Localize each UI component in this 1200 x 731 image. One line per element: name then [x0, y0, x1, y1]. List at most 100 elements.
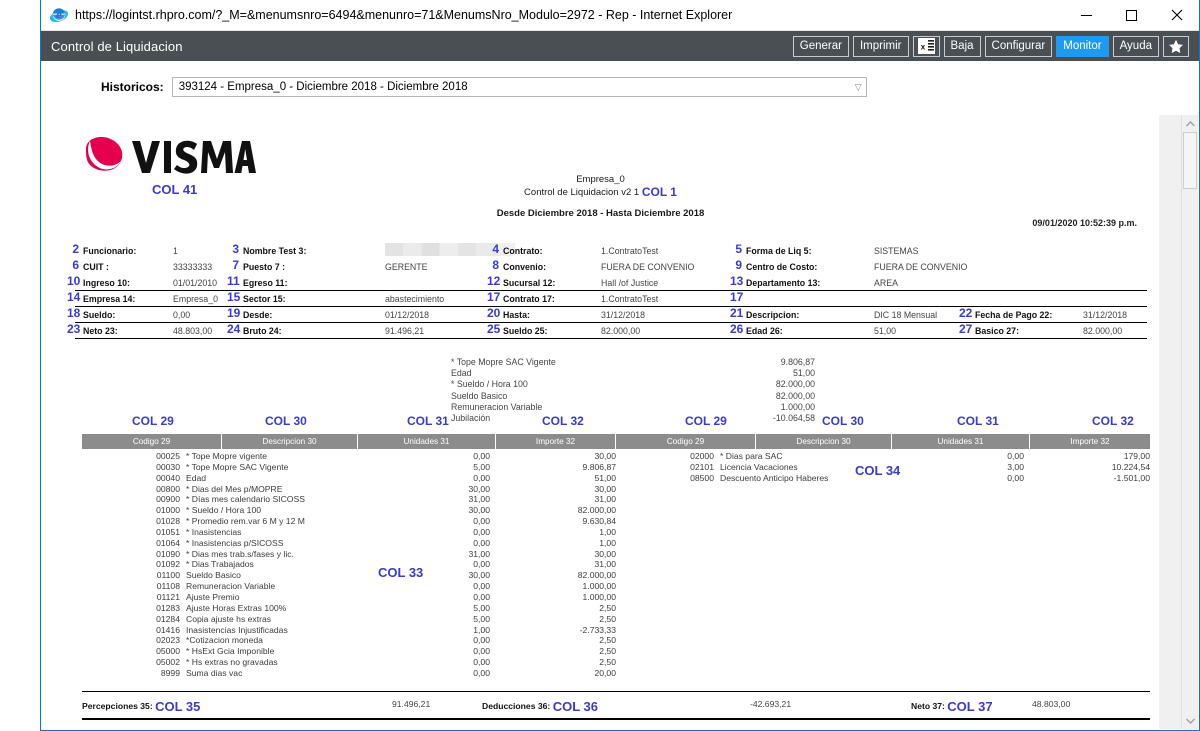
scroll-down-button[interactable]	[1182, 712, 1198, 729]
field-label: Basico 27:	[975, 326, 1020, 336]
cell-codigo: 01051	[156, 526, 180, 537]
field-number: 22	[959, 306, 973, 320]
cell-codigo: 01090	[156, 548, 180, 559]
cell-unidades: 0,00	[1007, 472, 1024, 483]
cell-codigo: 01000	[156, 505, 180, 516]
field-label: Convenio:	[503, 262, 547, 272]
field-number: 13	[730, 274, 744, 288]
field-number: 18	[67, 306, 81, 320]
scroll-up-button[interactable]	[1182, 115, 1198, 132]
col-marker-33: COL 33	[378, 565, 424, 580]
report-viewport: COL 41 Empresa_0 Control de Liquidacion …	[42, 115, 1198, 729]
field-label: Contrato:	[503, 246, 543, 256]
table-row: 00025 * Tope Mopre vigente 0,00 30,00	[82, 451, 616, 462]
cell-importe: 10.224,54	[1111, 461, 1150, 472]
field-label: Nombre Test 3:	[243, 246, 307, 256]
cell-importe: 9.806,87	[582, 461, 616, 472]
field-value: 48.803,00	[173, 326, 213, 336]
field-number: 17	[487, 290, 501, 304]
col-marker-32-right: COL 32	[1092, 414, 1134, 428]
column-header-importe: Importe 32	[496, 434, 616, 449]
scrollbar-thumb[interactable]	[1183, 132, 1197, 189]
table-row: 01283 Ajuste Horas Extras 100% 5,00 2,50	[82, 603, 616, 614]
toolbar-buttons: Generar Imprimir x Baja Configurar Monit…	[792, 35, 1193, 57]
monitor-button[interactable]: Monitor	[1056, 35, 1109, 57]
report-company: Empresa_0	[576, 174, 625, 185]
cell-descripcion: * Días mes calendario SICOSS	[186, 494, 305, 505]
right-concepts-column: COL 34 02000 * Dias para SAC 0,00 179,00 021…	[616, 451, 1150, 679]
field-value: 33333333	[173, 262, 213, 272]
cell-codigo: 01092	[156, 559, 180, 570]
cell-importe: 82.000,00	[577, 570, 616, 581]
configurar-button[interactable]: Configurar	[984, 35, 1053, 57]
cell-unidades: 1,00	[473, 624, 490, 635]
neto-label: Neto 37:	[911, 701, 945, 711]
field-number: 20	[487, 306, 501, 320]
field-label: Puesto 7 :	[243, 262, 286, 272]
field-number: 5	[735, 242, 742, 256]
vertical-scrollbar[interactable]	[1181, 115, 1198, 729]
field-number: 15	[227, 290, 241, 304]
field-number: 9	[735, 258, 742, 272]
summary-value: 1.000,00	[780, 401, 815, 412]
export-excel-button[interactable]: x	[912, 35, 940, 57]
browser-titlebar: e https://logintst.rhpro.com/?_M=&menums…	[41, 0, 1199, 31]
info-row: 14 Empresa 14: Empresa_0 15 Sector 15: a…	[67, 290, 1147, 307]
svg-text:x: x	[920, 43, 925, 52]
cell-unidades: 30,00	[468, 483, 490, 494]
field-value: AREA	[874, 278, 898, 288]
cell-descripcion: * Dias mes trab.s/fases y lic.	[186, 548, 294, 559]
ayuda-button[interactable]: Ayuda	[1112, 35, 1159, 57]
cell-unidades: 0,00	[473, 591, 490, 602]
cell-codigo: 01121	[156, 591, 180, 602]
field-label: Fecha de Pago 22:	[975, 310, 1053, 320]
table-row: 01121 Ajuste Premio 0,00 1.000,00	[82, 592, 616, 603]
cell-importe: 2,50	[599, 657, 616, 668]
field-label: CUIT :	[83, 262, 109, 272]
historicos-select[interactable]: 393124 - Empresa_0 - Diciembre 2018 - Di…	[171, 77, 867, 97]
cell-descripcion: Sueldo Basico	[186, 570, 241, 581]
maximize-button[interactable]	[1109, 0, 1154, 31]
cell-importe: 20,00	[594, 667, 616, 678]
report-content: COL 41 Empresa_0 Control de Liquidacion …	[42, 115, 1159, 729]
scrollbar-track[interactable]	[1182, 132, 1198, 712]
summary-item: Remuneracion Variable 1.000,00	[451, 402, 911, 413]
cell-unidades: 0,00	[1007, 451, 1024, 461]
field-value: 82.000,00	[1083, 326, 1123, 336]
neto-value: 48.803,00	[1032, 699, 1071, 709]
column-header-codigo: Codigo 29	[616, 434, 756, 449]
baja-button[interactable]: Baja	[943, 35, 981, 57]
cell-codigo: 05002	[156, 657, 180, 668]
field-number: 3	[232, 242, 239, 256]
cell-descripcion: Edad	[186, 472, 207, 483]
table-row: 01108 Remuneracion Variable 0,00 1.000,00	[82, 581, 616, 592]
field-number: 27	[959, 322, 973, 336]
summary-item: Sueldo Basico 82.000,00	[451, 391, 911, 402]
col-marker-29-right: COL 29	[685, 414, 727, 428]
cell-unidades: 30,00	[468, 505, 490, 516]
favorite-button[interactable]	[1163, 35, 1189, 57]
app-toolbar: Control de Liquidacion Generar Imprimir …	[41, 31, 1199, 61]
field-label: Desde:	[243, 310, 273, 320]
field-label: Bruto 24:	[243, 326, 282, 336]
field-label: Descripcion:	[746, 310, 800, 320]
cell-importe: 31,00	[594, 559, 616, 570]
cell-codigo: 01100	[156, 570, 180, 581]
close-button[interactable]	[1154, 0, 1199, 31]
cell-unidades: 31,00	[468, 548, 490, 559]
generar-button[interactable]: Generar	[792, 35, 849, 57]
table-row: 00040 Edad 0,00 51,00	[82, 473, 616, 484]
imprimir-button[interactable]: Imprimir	[852, 35, 909, 57]
minimize-button[interactable]	[1064, 0, 1109, 31]
field-number: 7	[232, 258, 239, 272]
cell-descripcion: * Inasistencias p/SICOSS	[186, 537, 284, 548]
cell-importe: 30,00	[594, 548, 616, 559]
cell-unidades: 0,00	[473, 635, 490, 646]
summary-value: 9.806,87	[780, 357, 815, 367]
cell-unidades: 0,00	[473, 537, 490, 548]
cell-descripcion: * Inasistencias	[186, 526, 242, 537]
browser-title: https://logintst.rhpro.com/?_M=&menumsnr…	[75, 8, 733, 22]
cell-descripcion: * Sueldo / Hora 100	[186, 505, 262, 516]
field-number: 14	[67, 290, 81, 304]
table-row: 01090 * Dias mes trab.s/fases y lic. 31,00…	[82, 549, 616, 560]
